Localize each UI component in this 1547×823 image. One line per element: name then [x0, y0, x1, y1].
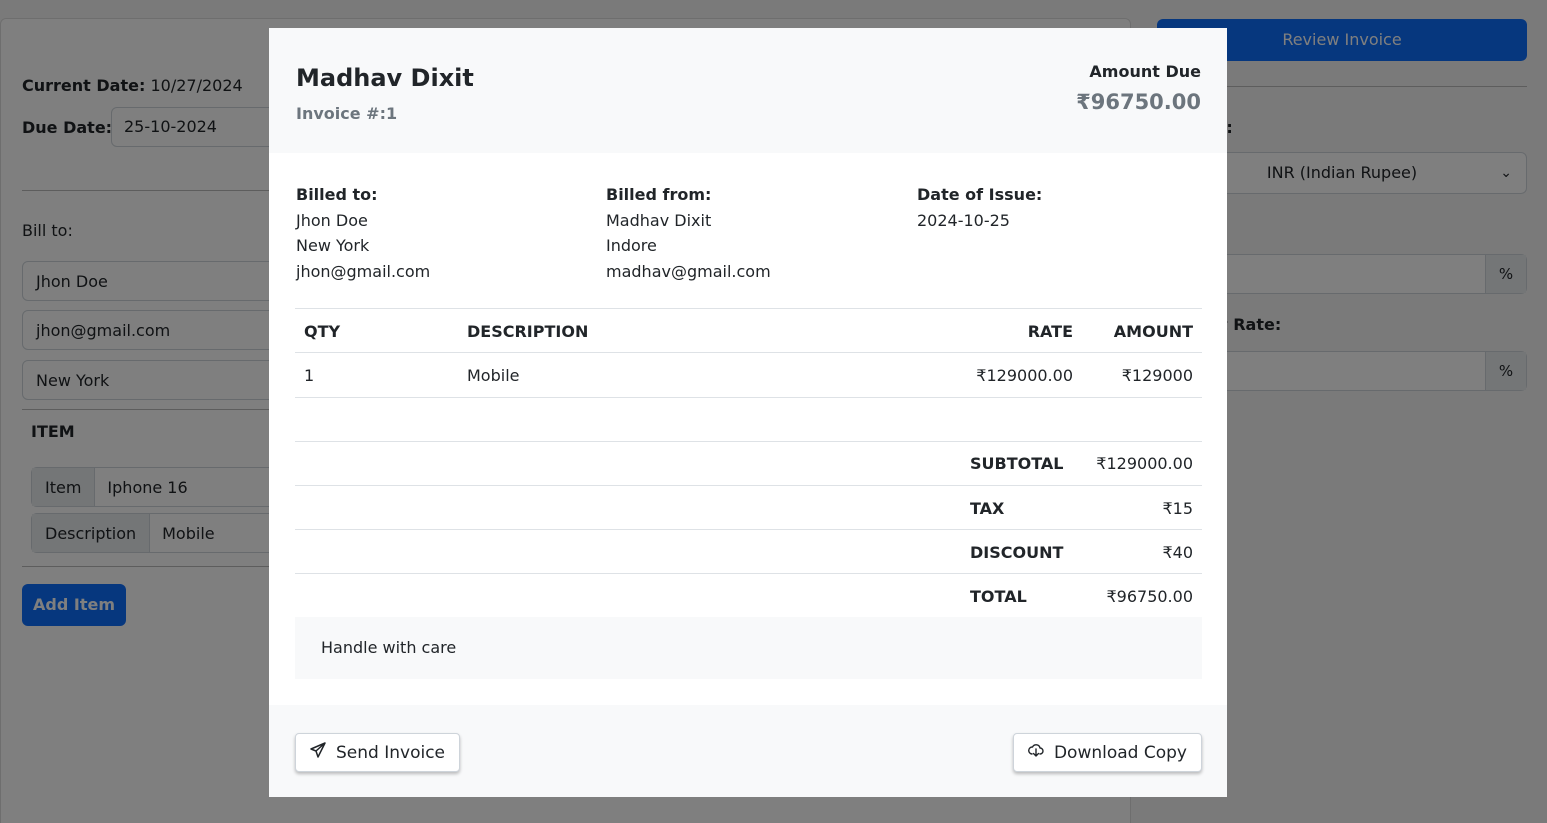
- header-qty: QTY: [304, 322, 341, 341]
- send-invoice-button[interactable]: Send Invoice: [295, 733, 460, 772]
- billed-to-block: Billed to: Jhon Doe New York jhon@gmail.…: [296, 182, 430, 284]
- billed-from-name: Madhav Dixit: [606, 210, 712, 230]
- row-qty: 1: [304, 366, 315, 385]
- invoice-notes: Handle with care: [295, 617, 1202, 679]
- subtotal-label: SUBTOTAL: [970, 454, 1064, 473]
- table-border: [295, 397, 1202, 398]
- tax-label: TAX: [970, 499, 1005, 518]
- billed-from-address: Indore: [606, 236, 657, 255]
- sender-name: Madhav Dixit: [296, 64, 474, 92]
- row-rate: ₹129000.00: [976, 366, 1073, 385]
- download-copy-label: Download Copy: [1053, 742, 1187, 763]
- tax-value: ₹15: [1162, 499, 1193, 518]
- totals-border: [295, 441, 1202, 442]
- header-amount: AMOUNT: [1113, 322, 1193, 341]
- table-border: [295, 352, 1202, 353]
- totals-border: [295, 573, 1202, 574]
- billed-from-block: Billed from: Madhav Dixit Indore madhav@…: [606, 182, 771, 284]
- download-copy-button[interactable]: Download Copy: [1012, 733, 1202, 772]
- subtotal-value: ₹129000.00: [1096, 454, 1193, 473]
- totals-border: [295, 485, 1202, 486]
- header-description: DESCRIPTION: [467, 322, 589, 341]
- total-value: ₹96750.00: [1106, 587, 1193, 606]
- row-description: Mobile: [467, 366, 520, 385]
- invoice-modal: Madhav Dixit Invoice #:1 Amount Due ₹967…: [269, 28, 1227, 797]
- invoice-number: Invoice #:1: [296, 104, 398, 123]
- cloud-download-icon: [1028, 742, 1044, 763]
- send-invoice-label: Send Invoice: [336, 742, 445, 763]
- billed-to-heading: Billed to:: [296, 185, 378, 204]
- billed-from-email: madhav@gmail.com: [606, 261, 771, 281]
- send-icon: [310, 742, 326, 763]
- discount-label: DISCOUNT: [970, 543, 1064, 562]
- row-amount: ₹129000: [1121, 366, 1193, 385]
- issue-date-heading: Date of Issue:: [917, 185, 1043, 204]
- billed-to-email: jhon@gmail.com: [296, 261, 431, 281]
- billed-to-address: New York: [296, 236, 370, 255]
- amount-due-label: Amount Due: [1089, 62, 1201, 81]
- issue-date-value: 2024-10-25: [917, 210, 1010, 230]
- modal-header: Madhav Dixit Invoice #:1 Amount Due ₹967…: [269, 28, 1227, 153]
- amount-due-value: ₹96750.00: [1076, 90, 1201, 114]
- total-label: TOTAL: [970, 587, 1027, 606]
- modal-footer: Send Invoice Download Copy: [269, 705, 1227, 797]
- header-rate: RATE: [1027, 322, 1073, 341]
- billed-from-heading: Billed from:: [606, 185, 712, 204]
- billed-to-name: Jhon Doe: [296, 210, 368, 230]
- issue-date-block: Date of Issue: 2024-10-25: [917, 182, 1042, 233]
- discount-value: ₹40: [1162, 543, 1193, 562]
- totals-border: [295, 529, 1202, 530]
- table-border: [295, 308, 1202, 309]
